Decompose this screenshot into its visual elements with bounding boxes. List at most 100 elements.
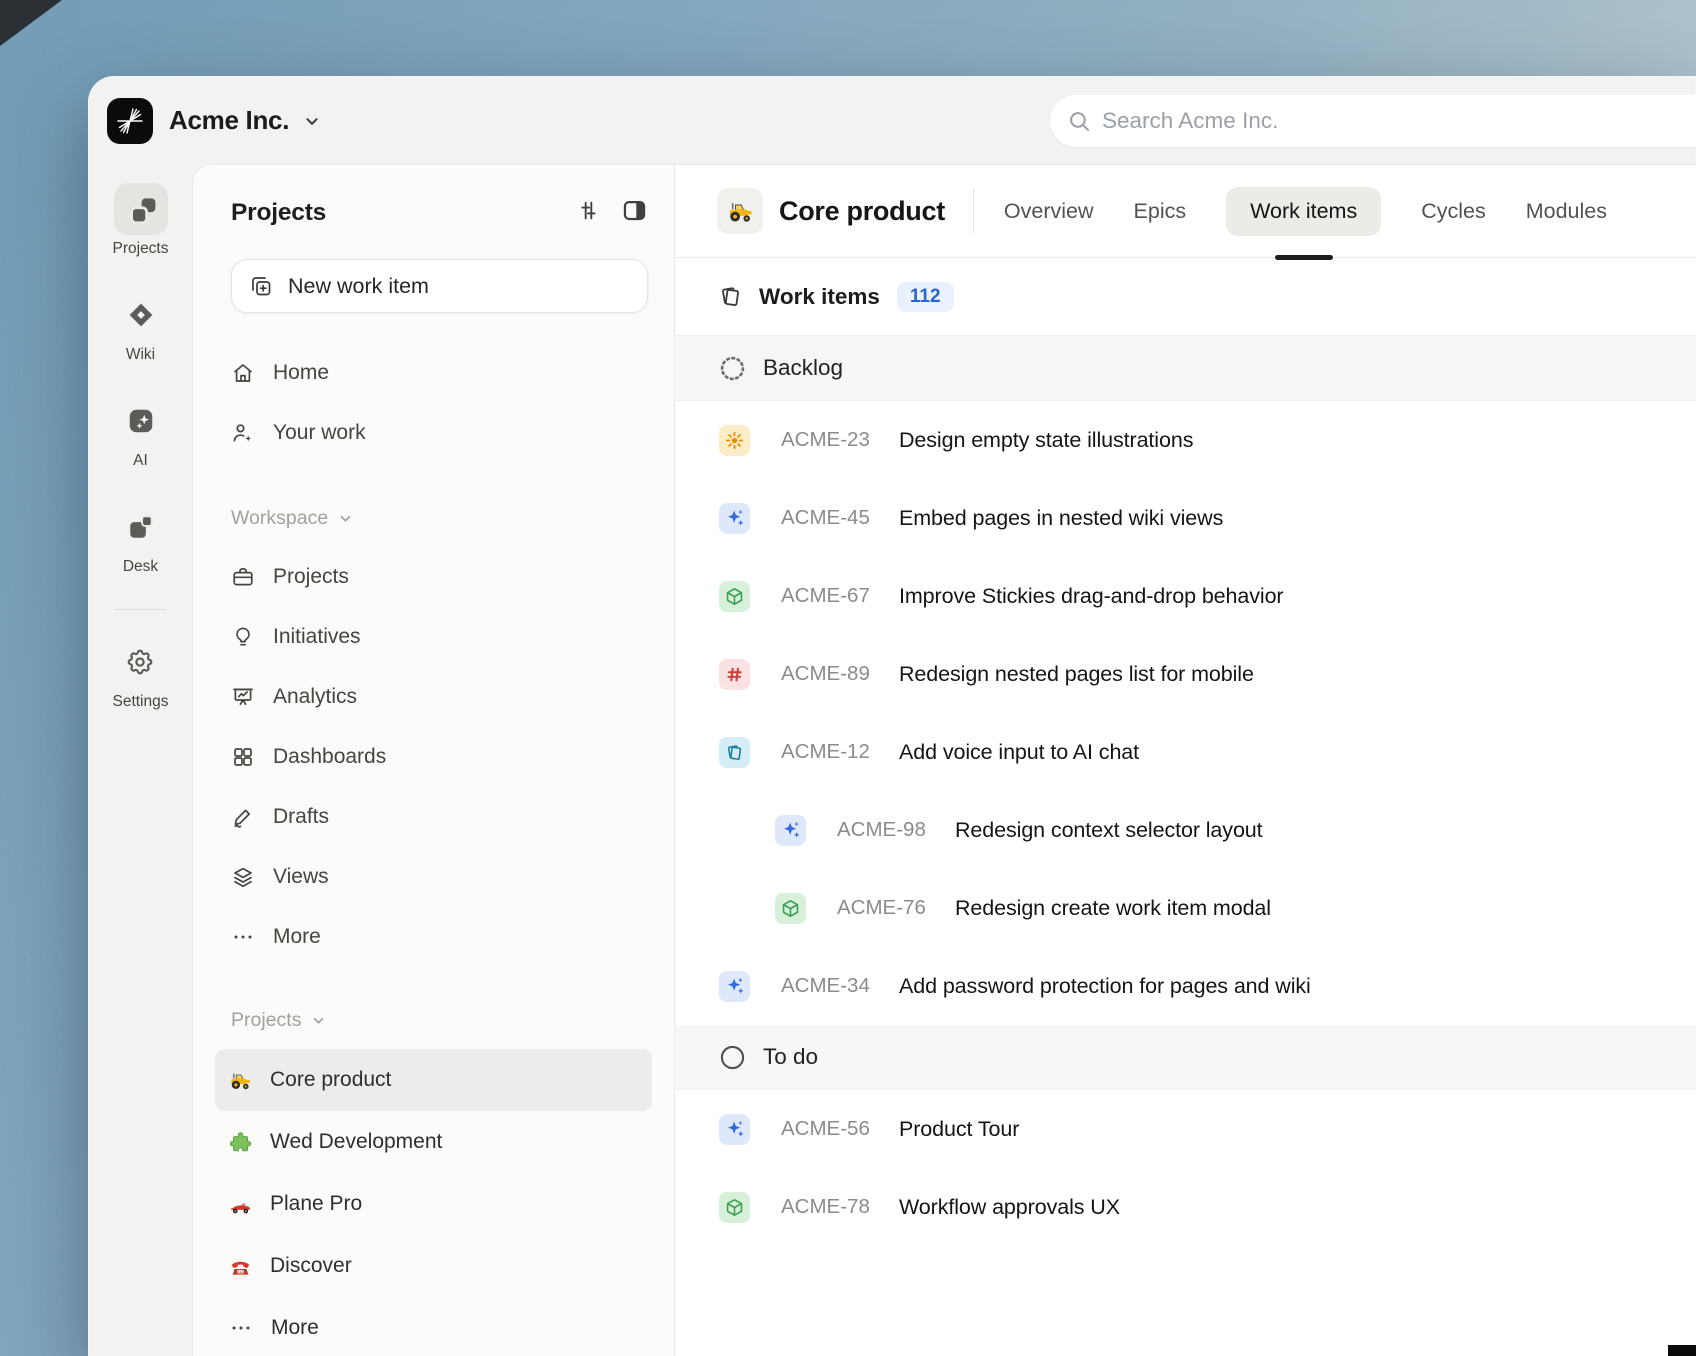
work-item-id: ACME-78 — [781, 1195, 870, 1218]
window-header: Acme Inc. — [88, 76, 1696, 165]
sidebar-item-your-work[interactable]: Your work — [231, 403, 648, 463]
tractor-icon — [229, 1069, 252, 1092]
tab-epics[interactable]: Epics — [1134, 199, 1187, 224]
work-item-row[interactable]: ACME-78 Workflow approvals UX — [675, 1168, 1696, 1246]
filters-icon[interactable] — [576, 198, 601, 228]
rail-settings-icon — [113, 636, 167, 688]
workspace-item-views[interactable]: Views — [231, 847, 648, 907]
work-item-title: Product Tour — [899, 1116, 1020, 1141]
work-item-title: Redesign nested pages list for mobile — [899, 661, 1254, 686]
work-item-id: ACME-45 — [781, 506, 870, 529]
sidebar: Projects New work item Home Your work Wo… — [193, 165, 675, 1356]
work-item-row[interactable]: ACME-76 Redesign create work item modal — [675, 869, 1696, 947]
rail-item-label: Desk — [122, 558, 159, 575]
workspace-item-projects[interactable]: Projects — [231, 547, 648, 607]
rail-item-projects[interactable]: Projects — [113, 183, 169, 258]
work-item-row[interactable]: ACME-34 Add password protection for pages… — [675, 947, 1696, 1025]
projects-section-label: Projects — [231, 1008, 302, 1031]
main-panel: Core product Overview Epics Work items Cycl… — [675, 165, 1696, 1356]
search-bar[interactable] — [1050, 95, 1696, 147]
work-item-row[interactable]: ACME-67 Improve Stickies drag-and-drop be… — [675, 557, 1696, 635]
workspace-item-label: More — [273, 925, 321, 948]
project-item-core-product[interactable]: Core product — [215, 1049, 652, 1111]
rail-item-label: AI — [133, 452, 148, 469]
work-item-id: ACME-98 — [837, 818, 926, 841]
tab-overview[interactable]: Overview — [1004, 199, 1094, 224]
new-work-item-icon — [252, 277, 271, 296]
project-item-more[interactable]: More — [215, 1297, 652, 1356]
project-header: Core product Overview Epics Work items Cycl… — [675, 165, 1696, 258]
work-item-row[interactable]: ACME-23 Design empty state illustrations — [675, 401, 1696, 479]
work-item-id: ACME-23 — [781, 428, 870, 451]
projects-section-header[interactable]: Projects — [231, 991, 648, 1049]
type-sparkles-icon — [719, 502, 750, 534]
org-name[interactable]: Acme Inc. — [169, 105, 289, 136]
project-item-plane-pro[interactable]: Plane Pro — [215, 1173, 652, 1235]
tab-work-items[interactable]: Work items — [1226, 186, 1382, 236]
search-icon — [1070, 112, 1089, 131]
type-sparkles-icon — [775, 814, 806, 846]
work-item-id: ACME-67 — [781, 584, 870, 607]
rail-item-ai[interactable]: AI — [114, 395, 168, 470]
project-title: Core product — [779, 195, 945, 226]
tab-modules[interactable]: Modules — [1526, 199, 1607, 224]
sidebar-nav: Home Your work — [231, 343, 648, 463]
workspace-item-drafts[interactable]: Drafts — [231, 787, 648, 847]
workspace-item-more[interactable]: More — [231, 907, 648, 967]
new-work-item-button[interactable]: New work item — [231, 259, 648, 313]
work-item-title: Redesign context selector layout — [955, 817, 1263, 842]
workspace-items: Projects Initiatives Analytics Dashboards Dr… — [231, 547, 648, 967]
work-item-title: Add password protection for pages and wi… — [899, 973, 1311, 998]
project-item-wed-development[interactable]: Wed Development — [215, 1111, 652, 1173]
rail-projects-icon — [113, 183, 168, 235]
workspace-section-header[interactable]: Workspace — [231, 489, 648, 547]
toggle-sidebar-icon[interactable] — [621, 197, 648, 229]
work-item-id: ACME-89 — [781, 662, 870, 685]
workspace-item-dashboards[interactable]: Dashboards — [231, 727, 648, 787]
sidebar-item-label: Home — [273, 361, 330, 384]
group-header-to-do[interactable]: To do — [675, 1025, 1696, 1090]
type-cube-icon — [719, 580, 750, 612]
work-item-id: ACME-56 — [781, 1117, 870, 1140]
type-sparkles-icon — [719, 1113, 750, 1145]
rail-divider — [114, 609, 167, 610]
org-logo[interactable] — [107, 97, 153, 144]
work-item-title: Improve Stickies drag-and-drop behavior — [899, 583, 1284, 608]
type-hash-icon — [719, 658, 750, 690]
work-item-title: Add voice input to AI chat — [899, 739, 1140, 764]
workspace-item-label: Drafts — [273, 805, 330, 828]
screen-corner-artifact — [1668, 1345, 1696, 1356]
work-item-row[interactable]: ACME-12 Add voice input to AI chat — [675, 713, 1696, 791]
sidebar-title: Projects — [231, 199, 327, 226]
presentation-icon — [231, 685, 255, 709]
work-item-row[interactable]: ACME-45 Embed pages in nested wiki views — [675, 479, 1696, 557]
user-sparkle-icon — [231, 421, 255, 445]
starburst-logo-icon — [117, 107, 143, 134]
project-emoji[interactable] — [717, 188, 763, 234]
chevron-down-icon[interactable] — [301, 110, 323, 132]
rail-item-desk[interactable]: Desk — [114, 501, 168, 576]
rail-item-wiki[interactable]: Wiki — [114, 289, 168, 364]
work-item-row[interactable]: ACME-89 Redesign nested pages list for mo… — [675, 635, 1696, 713]
group-header-backlog[interactable]: Backlog — [675, 336, 1696, 401]
work-item-row[interactable]: ACME-56 Product Tour — [675, 1090, 1696, 1168]
home-icon — [231, 361, 255, 385]
tab-cycles[interactable]: Cycles — [1421, 199, 1486, 224]
ellipsis-icon — [229, 1316, 253, 1340]
work-item-row[interactable]: ACME-98 Redesign context selector layout — [675, 791, 1696, 869]
header-divider — [972, 189, 974, 233]
projects-items: Core product Wed Development Plane Pro Disc… — [215, 1049, 652, 1356]
rail-desk-icon — [114, 501, 168, 553]
search-input[interactable] — [1102, 108, 1696, 134]
project-item-label: Core product — [270, 1068, 392, 1091]
workspace-item-analytics[interactable]: Analytics — [231, 667, 648, 727]
work-item-id: ACME-12 — [781, 740, 870, 763]
project-item-discover[interactable]: Discover — [215, 1235, 652, 1297]
grid-icon — [231, 745, 255, 769]
sidebar-item-home[interactable]: Home — [231, 343, 648, 403]
rail-item-settings[interactable]: Settings — [112, 636, 169, 711]
chevron-down-icon — [314, 1017, 324, 1024]
project-tabs: Overview Epics Work items Cycles Modules — [1004, 186, 1607, 236]
workspace-item-initiatives[interactable]: Initiatives — [231, 607, 648, 667]
telephone-icon — [229, 1255, 252, 1278]
